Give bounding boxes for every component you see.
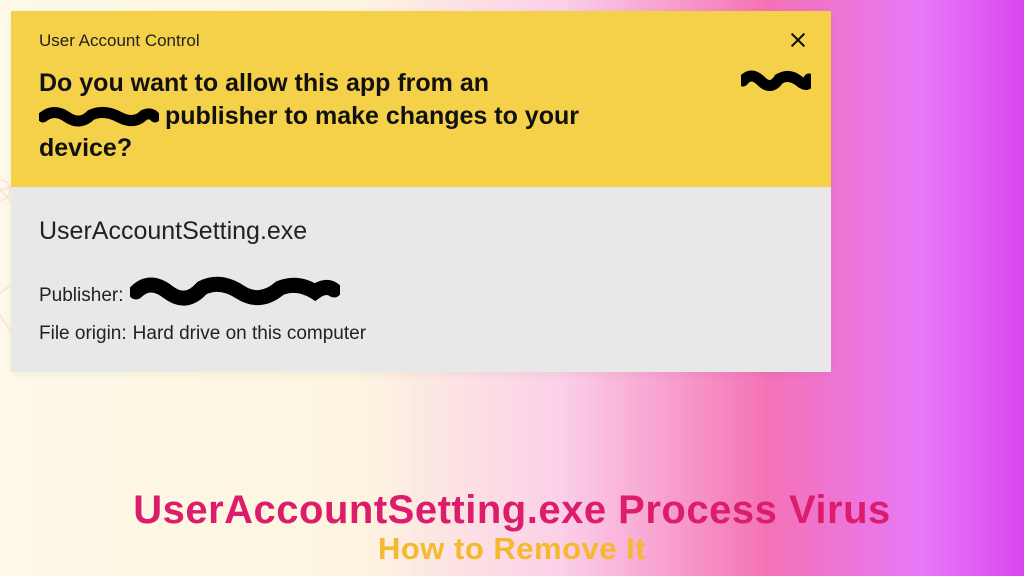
dialog-header: User Account Control Do you want to allo… [11, 11, 831, 187]
file-origin-row: File origin: Hard drive on this computer [39, 319, 803, 348]
uac-question: Do you want to allow this app from an pu… [39, 67, 803, 165]
question-text-line1: Do you want to allow this app from an [39, 69, 489, 97]
uac-title: User Account Control [39, 31, 803, 51]
origin-label: File origin: [39, 319, 127, 348]
article-caption: UserAccountSetting.exe Process Virus How… [0, 489, 1024, 576]
question-text-line2: publisher to make changes to your [165, 102, 579, 130]
uac-dialog: User Account Control Do you want to allo… [11, 11, 831, 372]
question-text-line3: device? [39, 132, 803, 165]
redaction-scribble [741, 69, 811, 93]
dialog-body: UserAccountSetting.exe Publisher: File o… [11, 187, 831, 373]
redaction-scribble [39, 106, 159, 128]
publisher-label: Publisher: [39, 281, 124, 310]
publisher-row: Publisher: [39, 274, 803, 317]
origin-value: Hard drive on this computer [133, 319, 366, 348]
executable-name: UserAccountSetting.exe [39, 217, 803, 246]
caption-subtitle: How to Remove It [0, 533, 1024, 566]
redaction-scribble [130, 274, 340, 317]
close-icon[interactable] [787, 29, 809, 51]
caption-title: UserAccountSetting.exe Process Virus [0, 489, 1024, 531]
